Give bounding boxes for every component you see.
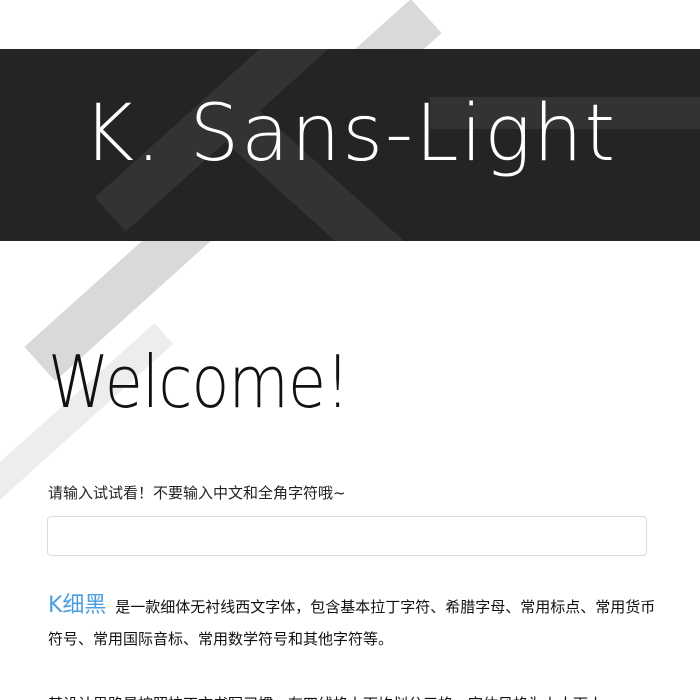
header-banner: K. Sans-Light (0, 49, 700, 241)
page: K. Sans-Light Welcome! 请输入试试看！不要输入中文和全角字… (0, 0, 700, 700)
font-brand-name: K细黑 (48, 593, 107, 618)
font-description-text: 是一款细体无衬线西文字体，包含基本拉丁字符、希腊字母、常用标点、常用货币符号、常… (48, 598, 656, 648)
font-description: K细黑 是一款细体无衬线西文字体，包含基本拉丁字符、希腊字母、常用标点、常用货币… (48, 590, 658, 655)
input-prompt: 请输入试试看！不要输入中文和全角字符哦~ (48, 484, 346, 502)
font-description-more: 其设计思路是按照拉丁文书写习惯，有四线格上下均划分三格，字体风格为上大下小。 (48, 688, 658, 700)
try-text-input[interactable] (47, 516, 647, 556)
banner-title: K. Sans-Light (82, 89, 618, 179)
welcome-heading: Welcome! (48, 340, 350, 424)
